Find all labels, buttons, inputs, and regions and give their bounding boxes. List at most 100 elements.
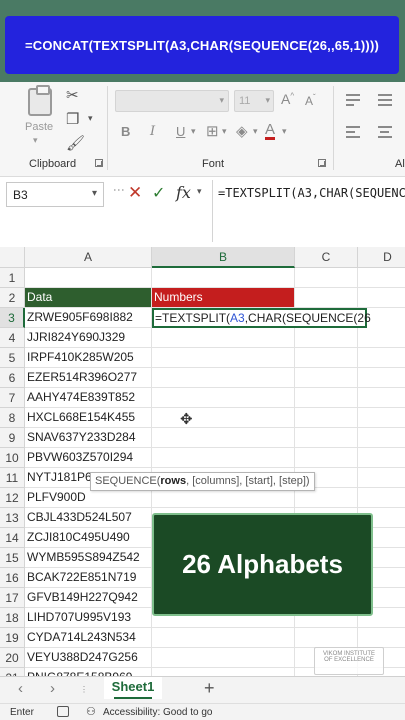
column-header-a[interactable]: A <box>25 247 152 268</box>
cell-a20[interactable]: VEYU388D247G256 <box>25 648 152 668</box>
chevron-down-icon[interactable]: ▾ <box>197 186 202 197</box>
row-header-2[interactable]: 2 <box>0 288 25 308</box>
cell-d9[interactable] <box>358 428 405 448</box>
cell-b7[interactable] <box>152 388 295 408</box>
middle-align-icon[interactable] <box>378 94 392 106</box>
cell-b9[interactable] <box>152 428 295 448</box>
clipboard-launcher-icon[interactable] <box>95 159 103 167</box>
column-header-d[interactable]: D <box>358 247 405 268</box>
borders-caret-icon[interactable]: ▾ <box>222 126 227 137</box>
cell-a10[interactable]: PBVW603Z570I294 <box>25 448 152 468</box>
format-painter-icon[interactable]: 🖌 <box>66 134 85 152</box>
cell-a9[interactable]: SNAV637Y233D284 <box>25 428 152 448</box>
cell-c19[interactable] <box>295 628 358 648</box>
cell-d11[interactable] <box>358 468 405 488</box>
accessibility-status[interactable]: Accessibility: Good to go <box>103 707 213 718</box>
cell-b21[interactable] <box>152 668 295 676</box>
center-icon[interactable] <box>378 126 392 138</box>
sheet-tab-sheet1[interactable]: Sheet1 <box>104 677 162 699</box>
italic-button[interactable]: I <box>150 124 155 139</box>
column-header-b[interactable]: B <box>152 247 295 268</box>
row-header-7[interactable]: 7 <box>0 388 25 408</box>
cell-c2[interactable] <box>295 288 358 308</box>
cell-d4[interactable] <box>358 328 405 348</box>
fill-color-caret-icon[interactable]: ▾ <box>253 126 258 137</box>
cell-b12[interactable] <box>152 488 295 508</box>
cell-a1[interactable] <box>25 268 152 288</box>
copy-caret-icon[interactable]: ▾ <box>88 113 93 124</box>
cell-a17[interactable]: GFVB149H227Q942 <box>25 588 152 608</box>
shrink-font-button[interactable]: Aˇ <box>305 93 316 108</box>
enter-check-icon[interactable]: ✓ <box>152 183 165 203</box>
cell-c6[interactable] <box>295 368 358 388</box>
row-header-19[interactable]: 19 <box>0 628 25 648</box>
cell-c5[interactable] <box>295 348 358 368</box>
cell-b8[interactable] <box>152 408 295 428</box>
cell-c12[interactable] <box>295 488 358 508</box>
cell-d12[interactable] <box>358 488 405 508</box>
cell-a15[interactable]: WYMB595S894Z542 <box>25 548 152 568</box>
underline-button[interactable]: U <box>176 124 185 139</box>
row-header-8[interactable]: 8 <box>0 408 25 428</box>
row-header-21[interactable]: 21 <box>0 668 25 676</box>
font-name-dropdown[interactable]: ▾ <box>115 90 229 112</box>
next-sheet-icon[interactable]: › <box>50 680 55 697</box>
row-header-16[interactable]: 16 <box>0 568 25 588</box>
cell-b1[interactable] <box>152 268 295 288</box>
cell-a3[interactable]: ZRWE905F698I882 <box>25 308 152 328</box>
prev-sheet-icon[interactable]: ‹ <box>18 680 23 697</box>
cell-d1[interactable] <box>358 268 405 288</box>
row-header-11[interactable]: 11 <box>0 468 25 488</box>
cell-a21[interactable]: PNIG878E158B969 <box>25 668 152 676</box>
fill-color-icon[interactable]: ◈ <box>236 122 248 140</box>
cell-a2[interactable]: Data <box>25 288 152 308</box>
row-header-14[interactable]: 14 <box>0 528 25 548</box>
paste-icon[interactable] <box>28 85 52 116</box>
cell-a6[interactable]: EZER514R396O277 <box>25 368 152 388</box>
font-color-caret-icon[interactable]: ▾ <box>282 126 287 137</box>
macro-record-icon[interactable] <box>57 706 69 717</box>
cell-a14[interactable]: ZCJI810C495U490 <box>25 528 152 548</box>
cell-d8[interactable] <box>358 408 405 428</box>
row-header-10[interactable]: 10 <box>0 448 25 468</box>
cell-c9[interactable] <box>295 428 358 448</box>
cell-a19[interactable]: CYDA714L243N534 <box>25 628 152 648</box>
cell-d5[interactable] <box>358 348 405 368</box>
copy-icon[interactable]: ❐ <box>66 110 79 128</box>
cell-b10[interactable] <box>152 448 295 468</box>
cell-b20[interactable] <box>152 648 295 668</box>
row-header-1[interactable]: 1 <box>0 268 25 288</box>
cell-a13[interactable]: CBJL433D524L507 <box>25 508 152 528</box>
grow-font-button[interactable]: A^ <box>281 91 294 107</box>
cell-a7[interactable]: AAHY474E839T852 <box>25 388 152 408</box>
cell-a8[interactable]: HXCL668E154K455 <box>25 408 152 428</box>
cell-d7[interactable] <box>358 388 405 408</box>
row-header-15[interactable]: 15 <box>0 548 25 568</box>
underline-caret-icon[interactable]: ▾ <box>191 126 196 137</box>
cell-a5[interactable]: IRPF410K285W205 <box>25 348 152 368</box>
font-color-button[interactable]: A <box>265 122 276 140</box>
cancel-icon[interactable]: ✕ <box>128 183 142 203</box>
cell-d6[interactable] <box>358 368 405 388</box>
cut-icon[interactable]: ✂ <box>66 86 79 104</box>
cell-d10[interactable] <box>358 448 405 468</box>
row-header-3[interactable]: 3 <box>0 308 25 328</box>
row-header-5[interactable]: 5 <box>0 348 25 368</box>
bold-button[interactable]: B <box>121 124 130 139</box>
row-header-13[interactable]: 13 <box>0 508 25 528</box>
cell-d2[interactable] <box>358 288 405 308</box>
row-header-4[interactable]: 4 <box>0 328 25 348</box>
active-cell-b3[interactable]: =TEXTSPLIT(A3,CHAR(SEQUENCE(26 <box>152 308 371 328</box>
cell-b4[interactable] <box>152 328 295 348</box>
paste-label[interactable]: Paste <box>25 121 53 133</box>
cell-a12[interactable]: PLFV900D <box>25 488 152 508</box>
row-header-20[interactable]: 20 <box>0 648 25 668</box>
cell-c4[interactable] <box>295 328 358 348</box>
insert-function-icon[interactable]: fx <box>176 183 191 202</box>
cell-b19[interactable] <box>152 628 295 648</box>
accessibility-icon[interactable]: ⚇ <box>86 705 96 718</box>
borders-icon[interactable]: ⊞ <box>206 122 219 140</box>
cell-c8[interactable] <box>295 408 358 428</box>
font-launcher-icon[interactable] <box>318 159 326 167</box>
cell-d19[interactable] <box>358 628 405 648</box>
